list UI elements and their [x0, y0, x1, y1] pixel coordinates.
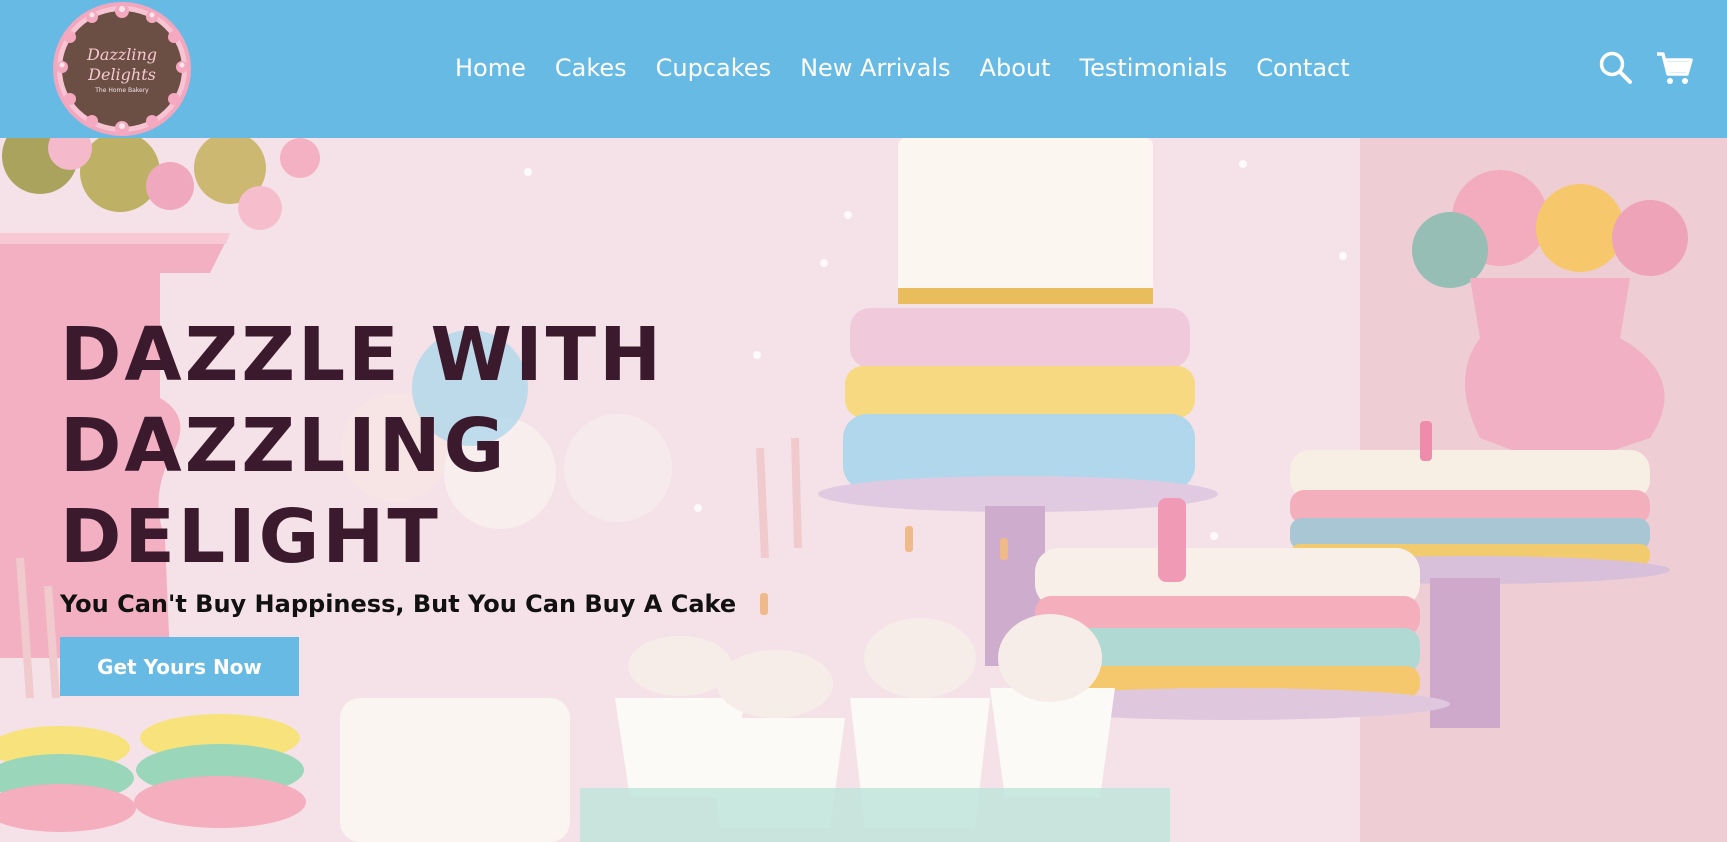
search-icon[interactable]	[1598, 50, 1634, 86]
logo-text-line2: Delights	[88, 64, 156, 84]
top-navbar: Dazzling Delights The Home Bakery Home C…	[0, 0, 1727, 138]
nav-link-cakes[interactable]: Cakes	[555, 53, 627, 83]
nav-link-home[interactable]: Home	[455, 53, 526, 83]
logo-text-line1: Dazzling	[86, 44, 157, 64]
hero-tagline: You Can't Buy Happiness, But You Can Buy…	[60, 590, 737, 618]
hero-title: DAZZLE WITH DAZZLING DELIGHT	[60, 310, 780, 583]
nav-link-new-arrivals[interactable]: New Arrivals	[800, 53, 950, 83]
brand-logo[interactable]: Dazzling Delights The Home Bakery	[56, 4, 188, 135]
cart-icon[interactable]	[1656, 50, 1694, 86]
hero-banner: DAZZLE WITH DAZZLING DELIGHT You Can't B…	[0, 138, 1727, 842]
nav-link-cupcakes[interactable]: Cupcakes	[656, 53, 771, 83]
nav-link-testimonials[interactable]: Testimonials	[1080, 53, 1228, 83]
hero-title-line3: DELIGHT	[60, 494, 441, 580]
hero-title-line1: DAZZLE WITH	[60, 312, 665, 398]
logo-tagline: The Home Bakery	[95, 86, 149, 94]
get-yours-now-button[interactable]: Get Yours Now	[60, 637, 299, 696]
hero-title-line2: DAZZLING	[60, 403, 508, 489]
nav-link-about[interactable]: About	[980, 53, 1051, 83]
main-nav: Home Cakes Cupcakes New Arrivals About T…	[455, 53, 1379, 83]
nav-link-contact[interactable]: Contact	[1256, 53, 1349, 83]
